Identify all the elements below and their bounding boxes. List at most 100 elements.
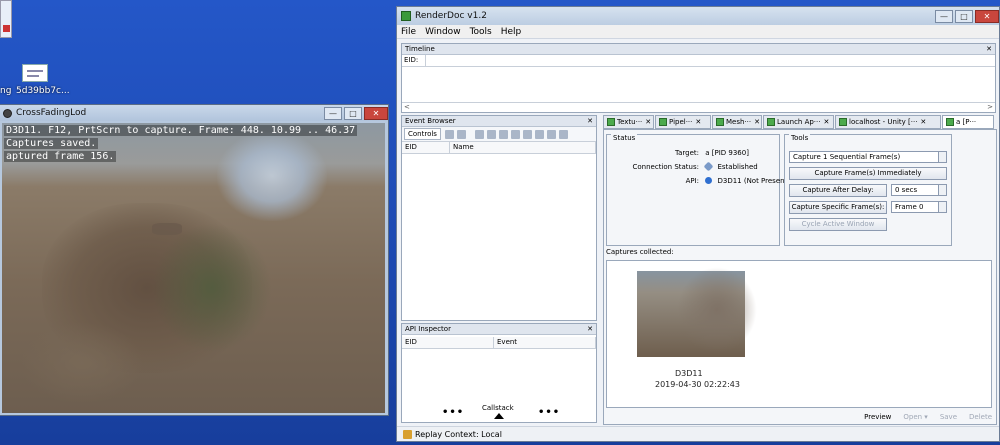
api-row: API: D3D11 (Not Presenting) bbox=[607, 177, 801, 185]
renderdoc-titlebar[interactable]: RenderDoc v1.2 — □ ✕ bbox=[397, 7, 999, 25]
connection-status-row: Connection Status: Established bbox=[607, 161, 758, 172]
spinner-icon[interactable] bbox=[938, 202, 946, 212]
close-button[interactable]: ✕ bbox=[975, 9, 999, 23]
sequential-frames-text: Capture 1 Sequential Frame(s) bbox=[793, 153, 901, 161]
game-viewport[interactable]: D3D11. F12, PrtScrn to capture. Frame: 4… bbox=[2, 123, 385, 413]
info-icon bbox=[705, 177, 713, 184]
close-icon[interactable]: ✕ bbox=[986, 44, 992, 54]
specific-frame-stepper[interactable]: Frame 0 bbox=[891, 201, 947, 213]
forward-arrow-icon[interactable] bbox=[456, 129, 466, 139]
menu-window[interactable]: Window bbox=[425, 27, 461, 37]
close-icon[interactable]: ✕ bbox=[587, 116, 593, 126]
minimize-button[interactable]: — bbox=[935, 9, 953, 23]
tab-icon bbox=[607, 118, 615, 126]
desktop-file-label[interactable]: 5d39bb7c... bbox=[16, 86, 70, 96]
api-inspector-panel: API Inspector ✕ EID Event ••• Callstack … bbox=[401, 323, 597, 423]
tab-connection[interactable]: a [P··· bbox=[942, 115, 994, 129]
column-eid[interactable]: EID bbox=[402, 142, 450, 153]
renderdoc-window: RenderDoc v1.2 — □ ✕ File Window Tools H… bbox=[396, 6, 1000, 442]
desktop-file-icon[interactable] bbox=[22, 64, 48, 82]
tab-label: localhost - Unity [··· bbox=[849, 118, 918, 126]
menu-file[interactable]: File bbox=[401, 27, 416, 37]
column-name[interactable]: Name bbox=[450, 142, 596, 153]
tab-mesh-viewer[interactable]: Mesh··· ✕ bbox=[712, 115, 762, 129]
close-icon[interactable]: ✕ bbox=[695, 118, 701, 126]
close-icon[interactable]: ✕ bbox=[754, 118, 760, 126]
captures-list[interactable]: D3D11 2019-04-30 02:22:43 bbox=[606, 260, 992, 408]
status-group-title: Status bbox=[611, 134, 638, 142]
timeline-track[interactable] bbox=[402, 67, 995, 103]
tab-launch-application[interactable]: Launch Ap··· ✕ bbox=[763, 115, 834, 129]
scroll-left-icon[interactable]: < bbox=[404, 103, 410, 111]
menu-help[interactable]: Help bbox=[501, 27, 522, 37]
api-inspector-header: EID Event bbox=[402, 337, 596, 349]
tab-label: a [P··· bbox=[956, 118, 977, 126]
column-eid[interactable]: EID bbox=[402, 337, 494, 348]
capture-immediately-button[interactable]: Capture Frame(s) Immediately bbox=[789, 167, 947, 180]
close-button[interactable]: ✕ bbox=[364, 106, 388, 120]
status-group: Status Target: a [PID 9360] Connection S… bbox=[606, 134, 801, 246]
timeline-panel: Timeline ✕ EID: < > bbox=[401, 43, 996, 113]
open-button[interactable]: Open ▾ bbox=[903, 413, 927, 421]
splitter-handle-left[interactable]: ••• bbox=[442, 407, 464, 418]
event-browser-title: Event Browser bbox=[405, 117, 456, 125]
tab-pipeline-state[interactable]: Pipel··· ✕ bbox=[655, 115, 711, 129]
target-label: Target: bbox=[674, 149, 699, 157]
tab-icon bbox=[716, 118, 724, 126]
close-icon[interactable]: ✕ bbox=[920, 118, 926, 126]
delay-stepper[interactable]: 0 secs bbox=[891, 184, 947, 196]
tab-localhost-unity[interactable]: localhost - Unity [··· ✕ bbox=[835, 115, 941, 129]
sequential-frames-stepper[interactable]: Capture 1 Sequential Frame(s) bbox=[789, 151, 947, 163]
game-window-title: CrossFadingLod bbox=[16, 108, 87, 118]
capture-after-delay-button[interactable]: Capture After Delay: bbox=[789, 184, 887, 197]
close-icon[interactable]: ✕ bbox=[587, 324, 593, 334]
capture-specific-frames-button[interactable]: Capture Specific Frame(s): bbox=[789, 201, 887, 214]
scroll-right-icon[interactable]: > bbox=[987, 103, 993, 111]
save-icon[interactable] bbox=[546, 129, 556, 139]
flag-icon[interactable] bbox=[486, 129, 496, 139]
close-icon[interactable]: ✕ bbox=[645, 118, 651, 126]
callstack-label: Callstack bbox=[482, 404, 514, 412]
unity-icon bbox=[3, 108, 12, 118]
find-icon[interactable] bbox=[474, 129, 484, 139]
jump-icon[interactable] bbox=[498, 129, 508, 139]
cycle-active-window-button[interactable]: Cycle Active Window bbox=[789, 218, 887, 231]
maximize-button[interactable]: □ bbox=[344, 106, 362, 120]
back-arrow-icon[interactable] bbox=[444, 129, 454, 139]
tab-icon bbox=[946, 118, 954, 126]
desktop-app-icon[interactable] bbox=[0, 0, 12, 38]
settings-icon[interactable] bbox=[534, 129, 544, 139]
game-window-titlebar[interactable]: CrossFadingLod — □ ✕ bbox=[0, 105, 388, 121]
scene-rock bbox=[152, 223, 182, 235]
scene-foliage bbox=[152, 223, 272, 353]
capture-actions: Preview Open ▾ Save Delete bbox=[852, 413, 992, 421]
menu-tools[interactable]: Tools bbox=[470, 27, 492, 37]
capture-thumbnail[interactable] bbox=[637, 267, 757, 357]
save-button[interactable]: Save bbox=[940, 413, 957, 421]
event-browser-title-bar: Event Browser ✕ bbox=[402, 116, 596, 127]
spinner-icon[interactable] bbox=[938, 152, 946, 162]
delete-button[interactable]: Delete bbox=[969, 413, 992, 421]
spinner-icon[interactable] bbox=[938, 185, 946, 195]
renderdoc-title: RenderDoc v1.2 bbox=[415, 11, 487, 21]
renderdoc-icon bbox=[401, 11, 411, 21]
controls-tab[interactable]: Controls bbox=[404, 128, 441, 140]
user-icon[interactable] bbox=[522, 129, 532, 139]
maximize-button[interactable]: □ bbox=[955, 9, 973, 23]
connection-page: Status Target: a [PID 9360] Connection S… bbox=[603, 129, 997, 425]
splitter-handle-right[interactable]: ••• bbox=[538, 407, 560, 418]
timer-icon[interactable] bbox=[510, 129, 520, 139]
minimize-button[interactable]: — bbox=[324, 106, 342, 120]
replay-context-label[interactable]: Replay Context: Local bbox=[415, 430, 502, 439]
close-icon[interactable]: ✕ bbox=[823, 118, 829, 126]
tab-texture-viewer[interactable]: Textu··· ✕ bbox=[603, 115, 654, 129]
tools-group: Tools Capture 1 Sequential Frame(s) Capt… bbox=[784, 134, 952, 246]
expand-callstack-icon[interactable] bbox=[494, 413, 504, 419]
timeline-eid-row: EID: bbox=[402, 55, 995, 67]
timeline-scrollbar[interactable]: < > bbox=[402, 103, 995, 111]
column-event[interactable]: Event bbox=[494, 337, 596, 348]
columns-icon[interactable] bbox=[558, 129, 568, 139]
desktop-icon-label[interactable]: ng bbox=[0, 86, 11, 96]
status-bar: Replay Context: Local bbox=[397, 426, 999, 441]
preview-button[interactable]: Preview bbox=[864, 413, 891, 421]
